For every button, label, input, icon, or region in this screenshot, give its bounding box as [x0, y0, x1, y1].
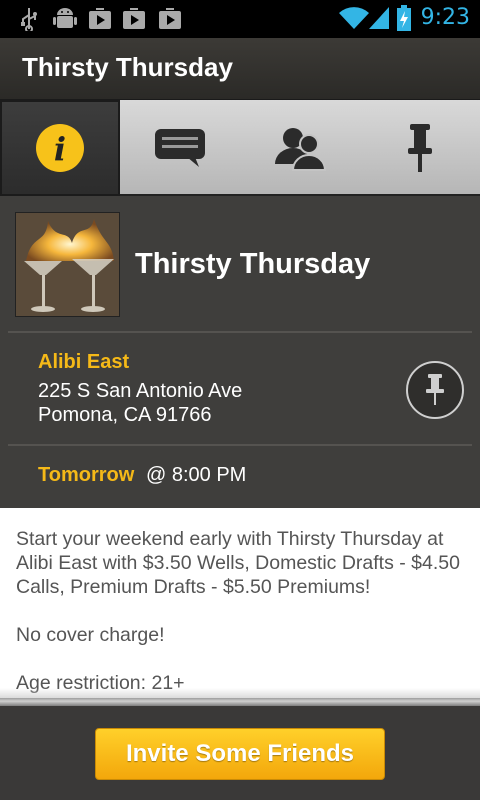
event-title: Thirsty Thursday — [135, 248, 371, 280]
tab-location[interactable] — [360, 100, 480, 196]
battery-charging-icon — [397, 5, 411, 31]
event-time: @ 8:00 PM — [146, 464, 247, 486]
tab-comments[interactable] — [120, 100, 240, 196]
event-details: Thirsty Thursday Alibi East 225 S San An… — [0, 196, 480, 508]
play-store-icon — [89, 8, 111, 29]
action-bar: Thirsty Thursday — [0, 38, 480, 100]
event-description[interactable]: Start your weekend early with Thirsty Th… — [0, 508, 480, 698]
pushpin-icon — [408, 124, 432, 172]
map-pin-button[interactable] — [406, 361, 464, 419]
chat-icon — [155, 129, 205, 167]
event-day: Tomorrow — [38, 464, 135, 486]
play-store-icon — [123, 8, 145, 29]
people-icon — [275, 128, 327, 171]
pushpin-icon — [426, 374, 444, 405]
signal-icon — [369, 7, 389, 29]
usb-icon — [21, 8, 37, 31]
tab-bar: i — [0, 100, 480, 196]
tab-info[interactable]: i — [0, 100, 120, 196]
info-icon: i — [36, 124, 84, 172]
wifi-icon — [339, 7, 369, 29]
status-time: 9:23 — [420, 5, 470, 30]
footer: Invite Some Friends — [0, 706, 480, 800]
svg-text:i: i — [54, 130, 66, 168]
venue-address-line2: Pomona, CA 91766 — [38, 404, 212, 426]
tab-attendees[interactable] — [240, 100, 360, 196]
divider — [8, 331, 472, 333]
play-store-icon — [159, 8, 181, 29]
description-paragraph: No cover charge! — [16, 624, 165, 646]
divider — [8, 444, 472, 446]
venue-address-line1: 225 S San Antonio Ave — [38, 380, 243, 402]
description-paragraph: Start your weekend early with Thirsty Th… — [16, 528, 460, 598]
event-image — [15, 212, 120, 317]
invite-friends-button[interactable]: Invite Some Friends — [95, 728, 385, 780]
status-bar: 9:23 — [0, 0, 480, 38]
page-title: Thirsty Thursday — [22, 52, 233, 82]
android-debug-icon — [53, 8, 77, 28]
venue-name[interactable]: Alibi East — [38, 351, 129, 374]
